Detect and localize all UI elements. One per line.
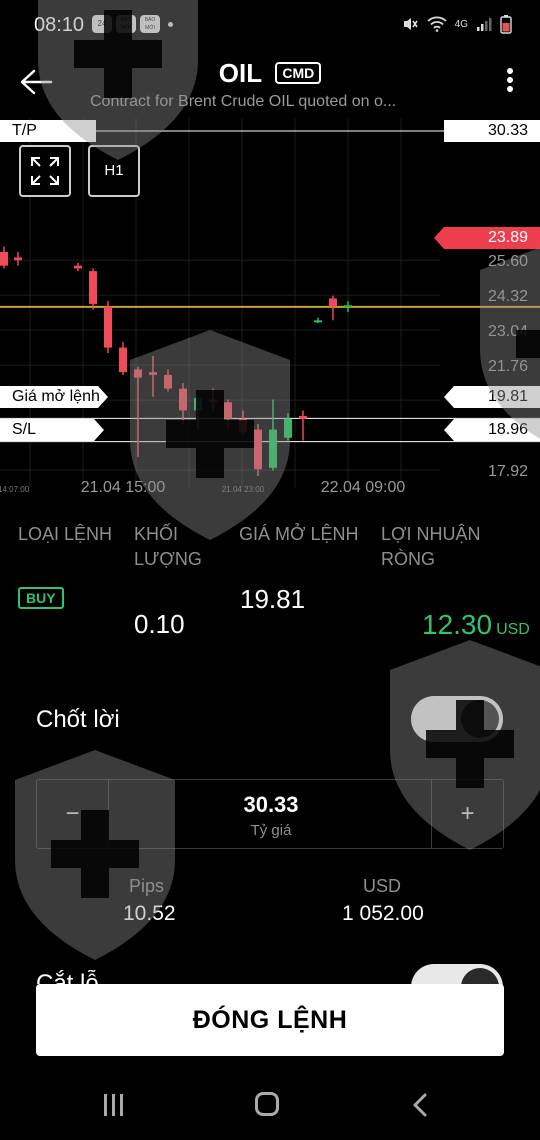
candle-body — [269, 429, 277, 468]
price-axis-label: 17.92 — [488, 463, 528, 480]
usd-label: USD — [363, 876, 402, 896]
price-axis-label: 23.04 — [488, 323, 528, 340]
take-profit-increase-button[interactable]: + — [431, 780, 503, 848]
instrument-description: Contract for Brent Crude OIL quoted on o… — [90, 93, 397, 110]
candle-body — [149, 372, 157, 375]
close-order-button[interactable]: ĐÓNG LỆNH — [36, 984, 504, 1056]
system-icons: 4G — [401, 14, 512, 34]
candle-body — [284, 418, 292, 438]
time-axis-label: 21.04 15:00 — [81, 479, 166, 496]
candle-body — [0, 252, 8, 266]
candle-body — [224, 402, 232, 419]
stop-loss-price-tag: 18.96 — [444, 419, 540, 441]
home-icon[interactable] — [255, 1092, 279, 1116]
price-axis-label: 25.60 — [488, 253, 528, 270]
time-axis-small-label: 14:07:00 — [0, 485, 30, 494]
candle-body — [329, 298, 337, 307]
mute-icon — [403, 18, 418, 30]
stop-loss-line-label[interactable]: S/L — [0, 419, 104, 441]
take-profit-stepper: − 30.33 Tỷ giá + — [36, 779, 504, 849]
wifi-icon — [427, 16, 447, 32]
open-price-line-label: Giá mở lệnh — [0, 386, 108, 408]
candle-body — [179, 388, 187, 411]
nav-back-icon[interactable] — [408, 1092, 434, 1118]
price-axis-label: 21.76 — [488, 358, 528, 375]
net-profit-value: 12.30 — [422, 609, 493, 640]
usd-value[interactable]: 1 052.00 — [342, 902, 424, 926]
take-profit-line-label[interactable]: T/P — [0, 120, 96, 142]
take-profit-toggle[interactable] — [411, 696, 503, 742]
candle-body — [209, 399, 217, 403]
candle-body — [74, 265, 82, 269]
news-notification-icon: BÁO MỚI — [116, 15, 136, 33]
candle-body — [344, 305, 352, 308]
candle-body — [164, 374, 172, 389]
candlestick-chart[interactable]: 25.6024.3223.0421.7620.4817.9221.04 15:0… — [0, 118, 540, 510]
price-axis-label: 24.32 — [488, 288, 528, 305]
network-type: 4G — [454, 18, 468, 30]
time-axis-small-label: 21.04 23:00 — [222, 485, 265, 494]
page-title: OIL CMD — [0, 56, 540, 89]
fullscreen-button[interactable] — [19, 145, 71, 197]
app-notification-icon: 24 — [92, 15, 112, 33]
open-price-tag: 19.81 — [444, 386, 540, 408]
volume-header: KHỐI LƯỢNG — [134, 524, 202, 569]
candle-body — [134, 369, 142, 378]
status-bar: 08:10 24 BÁO MỚI BÁO MỚI 4G — [0, 0, 540, 50]
time-axis-label: 22.04 09:00 — [321, 479, 406, 496]
net-profit: 12.30 USD — [422, 609, 530, 641]
expand-icon — [31, 157, 59, 185]
instrument-type-badge: CMD — [275, 62, 322, 85]
candle-body — [119, 347, 127, 373]
candle-body — [14, 257, 22, 261]
notification-icons: 24 BÁO MỚI BÁO MỚI — [92, 15, 173, 33]
take-profit-price-tag: 30.33 — [444, 120, 540, 142]
pips-label: Pips — [129, 876, 165, 896]
current-price-tag: 23.89 — [434, 227, 540, 249]
candle-body — [314, 320, 322, 323]
pips-value[interactable]: 10.52 — [123, 902, 176, 926]
stop-loss-label: Cắt lỗ — [36, 970, 99, 984]
recent-apps-icon[interactable] — [104, 1094, 130, 1116]
candle-body — [299, 415, 307, 419]
instrument-symbol: OIL — [218, 57, 263, 88]
net-profit-header: LỢI NHUẬN RÒNG — [381, 524, 481, 569]
candle-body — [89, 271, 97, 304]
more-notifications-icon — [168, 21, 173, 27]
battery-icon — [500, 15, 512, 34]
system-nav-bar — [0, 1064, 540, 1140]
candle-body — [239, 418, 247, 433]
volume-value: 0.10 — [134, 609, 185, 639]
status-time: 08:10 — [34, 14, 85, 36]
timeframe-button[interactable]: H1 — [88, 145, 140, 197]
more-options-icon[interactable] — [504, 68, 516, 98]
net-profit-currency: USD — [496, 621, 530, 638]
order-type-badge: BUY — [18, 587, 64, 609]
news-notification-icon: BÁO MỚI — [140, 15, 160, 33]
price-chart[interactable]: 25.6024.3223.0421.7620.4817.9221.04 15:0… — [0, 118, 540, 510]
take-profit-label: Chốt lời — [36, 706, 120, 733]
open-price-header: GIÁ MỞ LỆNH — [239, 524, 359, 544]
candle-body — [254, 429, 262, 470]
signal-icon — [477, 18, 492, 31]
open-price-value: 19.81 — [240, 584, 306, 614]
candle-body — [194, 398, 202, 411]
app-header: OIL CMD Contract for Brent Crude OIL quo… — [0, 48, 540, 118]
candle-body — [104, 306, 112, 348]
order-type-header: LOẠI LỆNH — [18, 524, 113, 544]
